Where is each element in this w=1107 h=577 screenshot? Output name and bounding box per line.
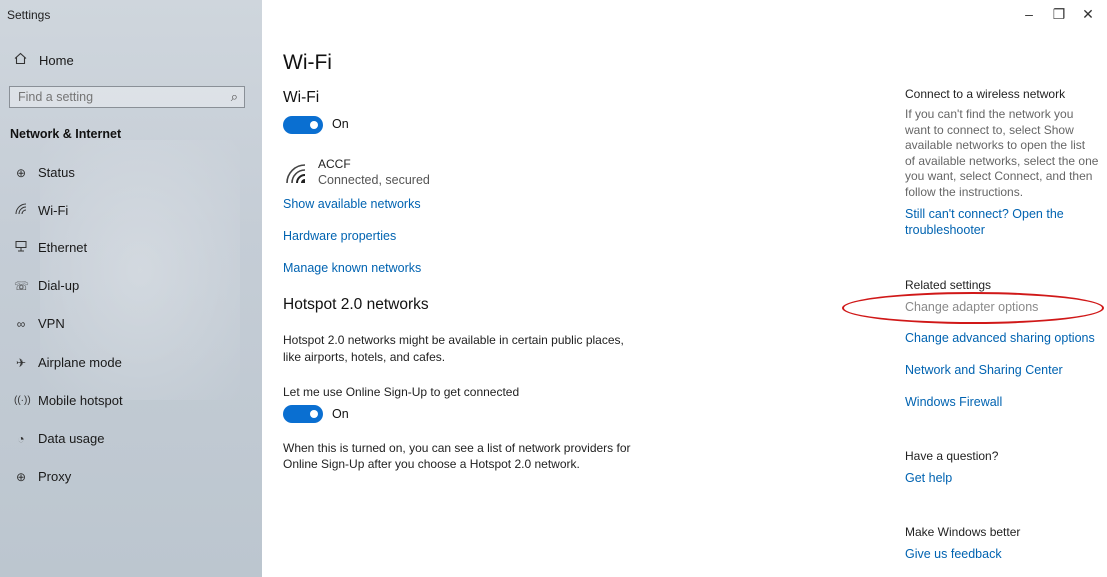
sidebar-item-ethernet[interactable]: Ethernet bbox=[14, 240, 87, 255]
sidebar-item-label: VPN bbox=[38, 316, 65, 331]
online-signup-note-line1: When this is turned on, you can see a li… bbox=[283, 441, 631, 455]
online-signup-label: Let me use Online Sign-Up to get connect… bbox=[283, 385, 520, 399]
hotspot-heading: Hotspot 2.0 networks bbox=[283, 296, 429, 313]
troubleshooter-link-line2[interactable]: troubleshooter bbox=[905, 223, 985, 237]
wifi-heading: Wi-Fi bbox=[283, 89, 320, 106]
sidebar-item-label: Airplane mode bbox=[38, 355, 122, 370]
online-signup-toggle[interactable] bbox=[283, 405, 323, 423]
sidebar-item-airplane[interactable]: ✈ Airplane mode bbox=[14, 355, 122, 370]
connect-help-line: If you can't find the network you bbox=[905, 107, 1074, 121]
home-icon bbox=[14, 52, 27, 68]
vpn-icon: ∞ bbox=[16, 316, 26, 331]
connect-help-line: want to connect to, select Show bbox=[905, 122, 1074, 137]
search-icon[interactable]: ⌕ bbox=[231, 89, 238, 105]
hardware-properties-link[interactable]: Hardware properties bbox=[283, 229, 396, 243]
hotspot-icon: ((·)) bbox=[14, 395, 31, 406]
sidebar-item-mobile-hotspot[interactable]: ((·)) Mobile hotspot bbox=[14, 393, 123, 408]
globe-icon: ⊕ bbox=[15, 469, 27, 484]
change-advanced-sharing-link[interactable]: Change advanced sharing options bbox=[905, 331, 1095, 345]
sidebar-item-label: Proxy bbox=[38, 469, 72, 484]
connect-help-line: available networks to open the list bbox=[905, 138, 1086, 152]
page-title: Wi-Fi bbox=[283, 51, 332, 74]
sidebar-item-data-usage[interactable]: ◔ Data usage bbox=[14, 431, 105, 446]
airplane-icon: ✈ bbox=[15, 355, 27, 370]
sidebar-item-label: Wi-Fi bbox=[38, 203, 69, 218]
get-help-link[interactable]: Get help bbox=[905, 471, 952, 485]
sidebar-item-dialup[interactable]: ☏ Dial-up bbox=[14, 278, 79, 293]
sidebar-item-label: Data usage bbox=[38, 431, 105, 446]
online-signup-toggle-label: On bbox=[332, 407, 349, 421]
toggle-knob bbox=[310, 410, 318, 418]
network-sharing-center-link[interactable]: Network and Sharing Center bbox=[905, 363, 1063, 377]
wifi-toggle-label: On bbox=[332, 117, 349, 131]
sidebar-item-label: Ethernet bbox=[38, 240, 88, 255]
wifi-icon bbox=[14, 203, 28, 218]
question-heading: Have a question? bbox=[905, 449, 999, 463]
windows-firewall-link[interactable]: Windows Firewall bbox=[905, 395, 1002, 409]
window-title: Settings bbox=[7, 8, 51, 22]
connect-help-line: follow the instructions. bbox=[905, 184, 1024, 199]
restore-button[interactable]: ❐ bbox=[1049, 6, 1069, 23]
connect-help-line: of available networks, select the one bbox=[905, 153, 1099, 168]
connect-heading: Connect to a wireless network bbox=[905, 87, 1066, 101]
network-status: Connected, secured bbox=[318, 173, 430, 187]
toggle-knob bbox=[310, 121, 318, 129]
sidebar-item-proxy[interactable]: ⊕ Proxy bbox=[14, 469, 71, 484]
ethernet-icon bbox=[14, 240, 28, 255]
give-feedback-link[interactable]: Give us feedback bbox=[905, 547, 1002, 561]
close-button[interactable]: ✕ bbox=[1078, 6, 1098, 23]
wifi-signal-icon bbox=[286, 164, 306, 184]
home-label: Home bbox=[39, 52, 74, 68]
minimize-button[interactable]: – bbox=[1019, 6, 1039, 22]
sidebar-item-vpn[interactable]: ∞ VPN bbox=[14, 316, 65, 331]
sidebar-section-title: Network & Internet bbox=[10, 127, 122, 141]
sidebar-item-label: Dial-up bbox=[38, 278, 80, 293]
online-signup-note-line2: Online Sign-Up after you choose a Hotspo… bbox=[283, 457, 580, 471]
sidebar-item-label: Mobile hotspot bbox=[38, 393, 123, 408]
hotspot-description-line1: Hotspot 2.0 networks might be available … bbox=[283, 333, 624, 347]
sidebar-item-label: Status bbox=[38, 165, 75, 180]
manage-known-networks-link[interactable]: Manage known networks bbox=[283, 261, 421, 275]
wifi-toggle[interactable] bbox=[283, 116, 323, 134]
red-annotation-ellipse bbox=[842, 292, 1104, 324]
sidebar-item-status[interactable]: ⊕ Status bbox=[14, 165, 75, 180]
connect-help-line: you want, select Connect, and then bbox=[905, 169, 1093, 183]
status-icon: ⊕ bbox=[15, 165, 27, 180]
connect-help-text: If you can't find the network you want t… bbox=[905, 107, 1100, 200]
search-box[interactable]: ⌕ bbox=[9, 86, 245, 108]
data-usage-icon: ◔ bbox=[17, 431, 25, 446]
hotspot-description-line2: like airports, hotels, and cafes. bbox=[283, 350, 446, 364]
show-available-networks-link[interactable]: Show available networks bbox=[283, 197, 421, 211]
troubleshooter-link-line1[interactable]: Still can't connect? Open the bbox=[905, 207, 1064, 221]
related-settings-heading: Related settings bbox=[905, 278, 992, 292]
search-input[interactable] bbox=[10, 87, 218, 107]
sidebar-item-home[interactable]: Home bbox=[14, 52, 74, 68]
network-name: ACCF bbox=[318, 157, 351, 171]
feedback-heading: Make Windows better bbox=[905, 525, 1021, 539]
sidebar-item-wifi[interactable]: Wi-Fi bbox=[14, 203, 68, 218]
dialup-icon: ☏ bbox=[14, 278, 30, 293]
